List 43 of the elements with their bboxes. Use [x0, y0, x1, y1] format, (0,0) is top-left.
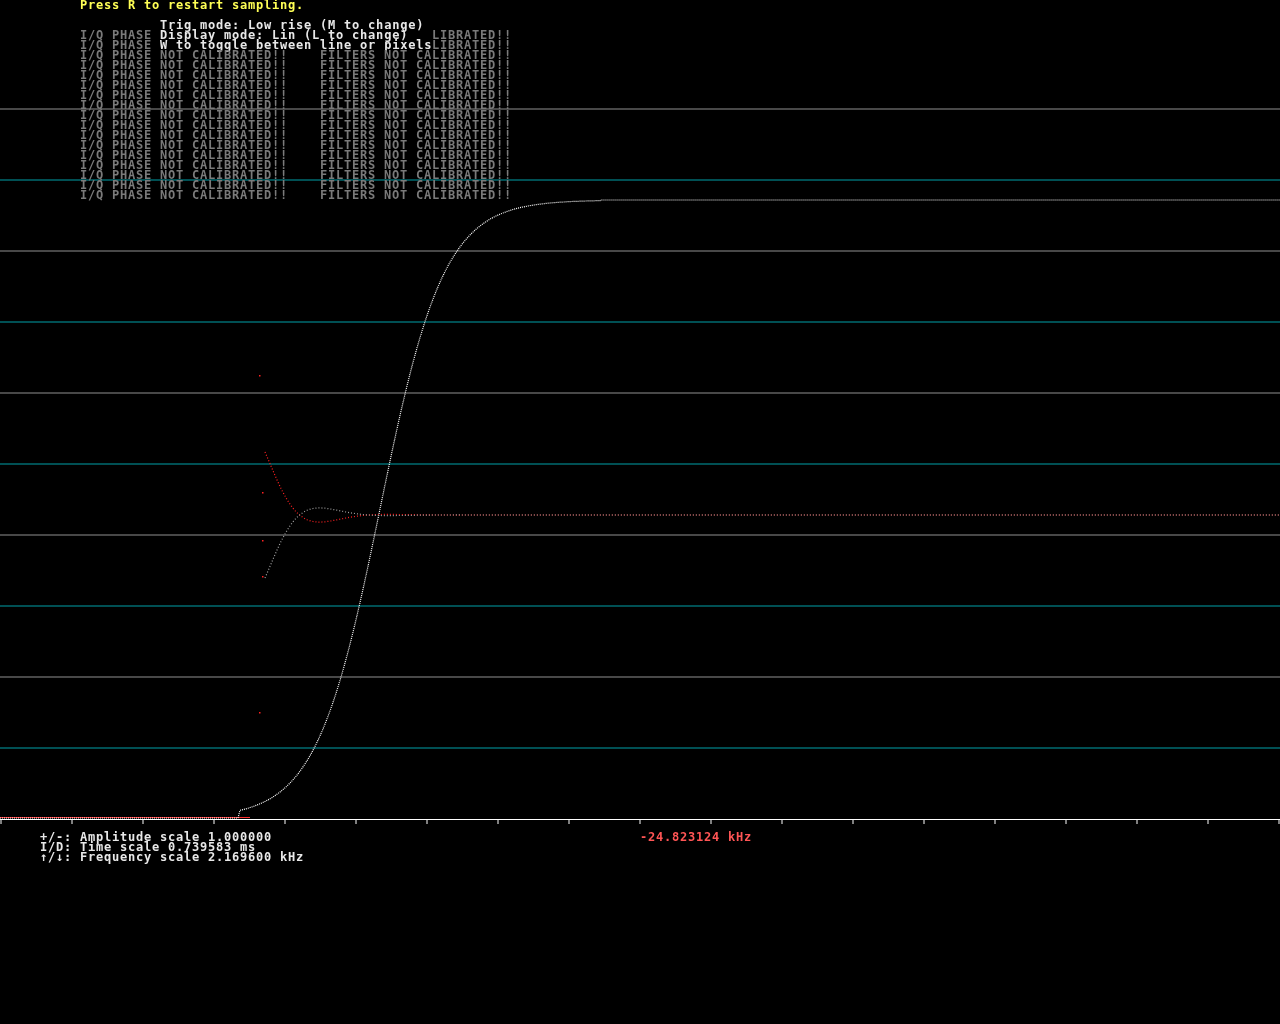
filter-warning: FILTERS NOT CALIBRATED!! — [319, 190, 512, 200]
restart-hint: Press R to restart sampling. — [80, 0, 305, 10]
filter-warning: FILTERS NOT CALIBRATED!! — [319, 110, 512, 120]
phase-warning: I/Q PHASE NOT CALIBRATED!! — [80, 50, 289, 60]
phase-warning: I/Q PHASE NOT CALIBRATED!! — [80, 150, 289, 160]
phase-warning: I/Q PHASE — [80, 40, 153, 50]
phase-warning: I/Q PHASE NOT CALIBRATED!! — [80, 80, 289, 90]
phase-warning: I/Q PHASE NOT CALIBRATED!! — [80, 90, 289, 100]
phase-warning: I/Q PHASE NOT CALIBRATED!! — [80, 140, 289, 150]
key-hint: +/-: — [40, 832, 74, 842]
filter-warning: FILTERS NOT CALIBRATED!! — [319, 80, 512, 90]
filter-warning: LIBRATED!! — [431, 40, 512, 50]
filter-warning: FILTERS NOT CALIBRATED!! — [319, 90, 512, 100]
phase-warning: I/Q PHASE NOT CALIBRATED!! — [80, 170, 289, 180]
filter-warning: FILTERS NOT CALIBRATED!! — [319, 70, 512, 80]
phase-warning: I/Q PHASE NOT CALIBRATED!! — [80, 160, 289, 170]
help-line: W to toggle between line or pixels — [160, 40, 433, 50]
phase-warning: I/Q PHASE NOT CALIBRATED!! — [80, 180, 289, 190]
filter-warning: FILTERS NOT CALIBRATED!! — [319, 140, 512, 150]
phase-warning: I/Q PHASE NOT CALIBRATED!! — [80, 60, 289, 70]
scale-label: Frequency scale 2.169600 kHz — [80, 852, 305, 862]
filter-warning: FILTERS NOT CALIBRATED!! — [319, 60, 512, 70]
key-hint: ↑/↓: — [40, 852, 74, 862]
phase-warning: I/Q PHASE NOT CALIBRATED!! — [80, 120, 289, 130]
key-hint: I/D: — [40, 842, 74, 852]
filter-warning: FILTERS NOT CALIBRATED!! — [319, 120, 512, 130]
filter-warning: LIBRATED!! — [431, 30, 512, 40]
scale-label: Amplitude scale 1.000000 — [80, 832, 273, 842]
phase-warning: I/Q PHASE NOT CALIBRATED!! — [80, 70, 289, 80]
phase-warning: I/Q PHASE NOT CALIBRATED!! — [80, 110, 289, 120]
help-line: Trig mode: Low rise (M to change) — [160, 20, 425, 30]
filter-warning: FILTERS NOT CALIBRATED!! — [319, 50, 512, 60]
frequency-readout: -24.823124 kHz — [640, 832, 753, 842]
filter-warning: FILTERS NOT CALIBRATED!! — [319, 180, 512, 190]
phase-warning: I/Q PHASE NOT CALIBRATED!! — [80, 130, 289, 140]
phase-warning: I/Q PHASE — [80, 30, 153, 40]
filter-warning: FILTERS NOT CALIBRATED!! — [319, 130, 512, 140]
filter-warning: FILTERS NOT CALIBRATED!! — [319, 150, 512, 160]
phase-warning: I/Q PHASE NOT CALIBRATED!! — [80, 190, 289, 200]
scale-label: Time scale 0.739583 ms — [80, 842, 257, 852]
help-line: Display mode: Lin (L to change) — [160, 30, 409, 40]
filter-warning: FILTERS NOT CALIBRATED!! — [319, 170, 512, 180]
filter-warning: FILTERS NOT CALIBRATED!! — [319, 160, 512, 170]
